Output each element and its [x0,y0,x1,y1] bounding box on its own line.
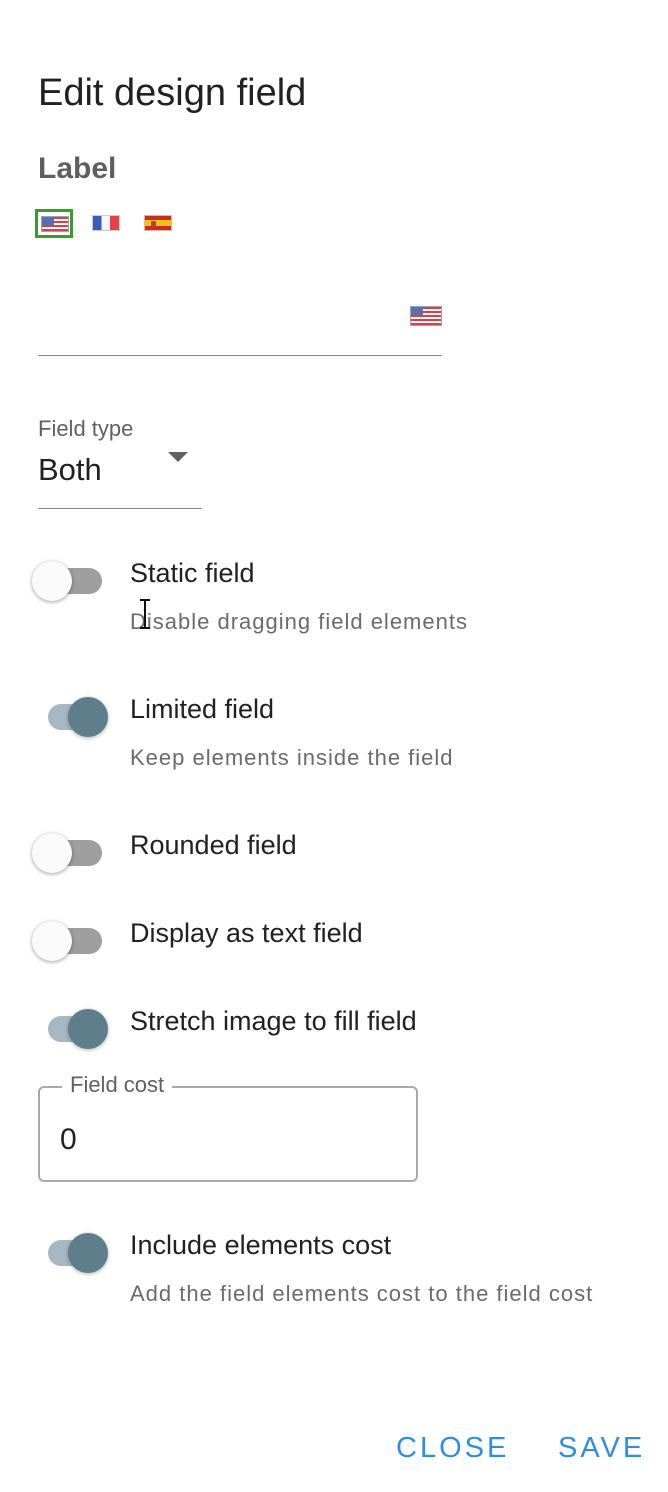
close-button[interactable]: CLOSE [396,1432,509,1465]
field-cost-input[interactable] [60,1118,400,1162]
static-field-switch[interactable] [32,556,110,601]
include-elements-cost-label: Include elements cost [130,1230,392,1260]
es-flag-icon[interactable] [144,215,172,231]
include-elements-cost-helper: Add the field elements cost to the field… [130,1281,594,1306]
save-button[interactable]: SAVE [558,1432,645,1465]
limited-field-helper: Keep elements inside the field [130,745,454,770]
static-field-label: Static field [130,558,255,588]
switch-thumb [32,833,72,873]
label-input[interactable] [38,286,442,356]
field-cost-legend: Field cost [62,1072,173,1098]
field-type-value: Both [38,452,102,487]
stretch-image-switch[interactable] [38,1004,110,1049]
us-flag-icon [41,216,69,232]
fr-flag-icon[interactable] [92,215,120,231]
static-field-helper: Disable dragging field elements [130,609,468,634]
field-type-caption: Field type [38,416,134,441]
switch-thumb [68,1233,108,1273]
switch-thumb [68,697,108,737]
include-elements-cost-switch[interactable] [38,1228,110,1273]
label-section-heading: Label [38,152,117,185]
switch-thumb [68,1009,108,1049]
stretch-image-label: Stretch image to fill field [130,1006,417,1036]
switch-thumb [32,561,72,601]
field-type-select[interactable]: Both [38,446,202,509]
text-cursor-icon [140,599,150,629]
display-as-text-switch[interactable] [32,916,110,961]
us-flag-icon [410,306,442,326]
limited-field-label: Limited field [130,694,275,724]
rounded-field-label: Rounded field [130,830,297,860]
chevron-down-icon [168,452,188,462]
limited-field-switch[interactable] [38,692,110,737]
switch-thumb [32,921,72,961]
rounded-field-switch[interactable] [32,828,110,873]
language-tab-us[interactable] [35,209,73,238]
display-as-text-label: Display as text field [130,918,363,948]
dialog-title: Edit design field [38,72,307,114]
